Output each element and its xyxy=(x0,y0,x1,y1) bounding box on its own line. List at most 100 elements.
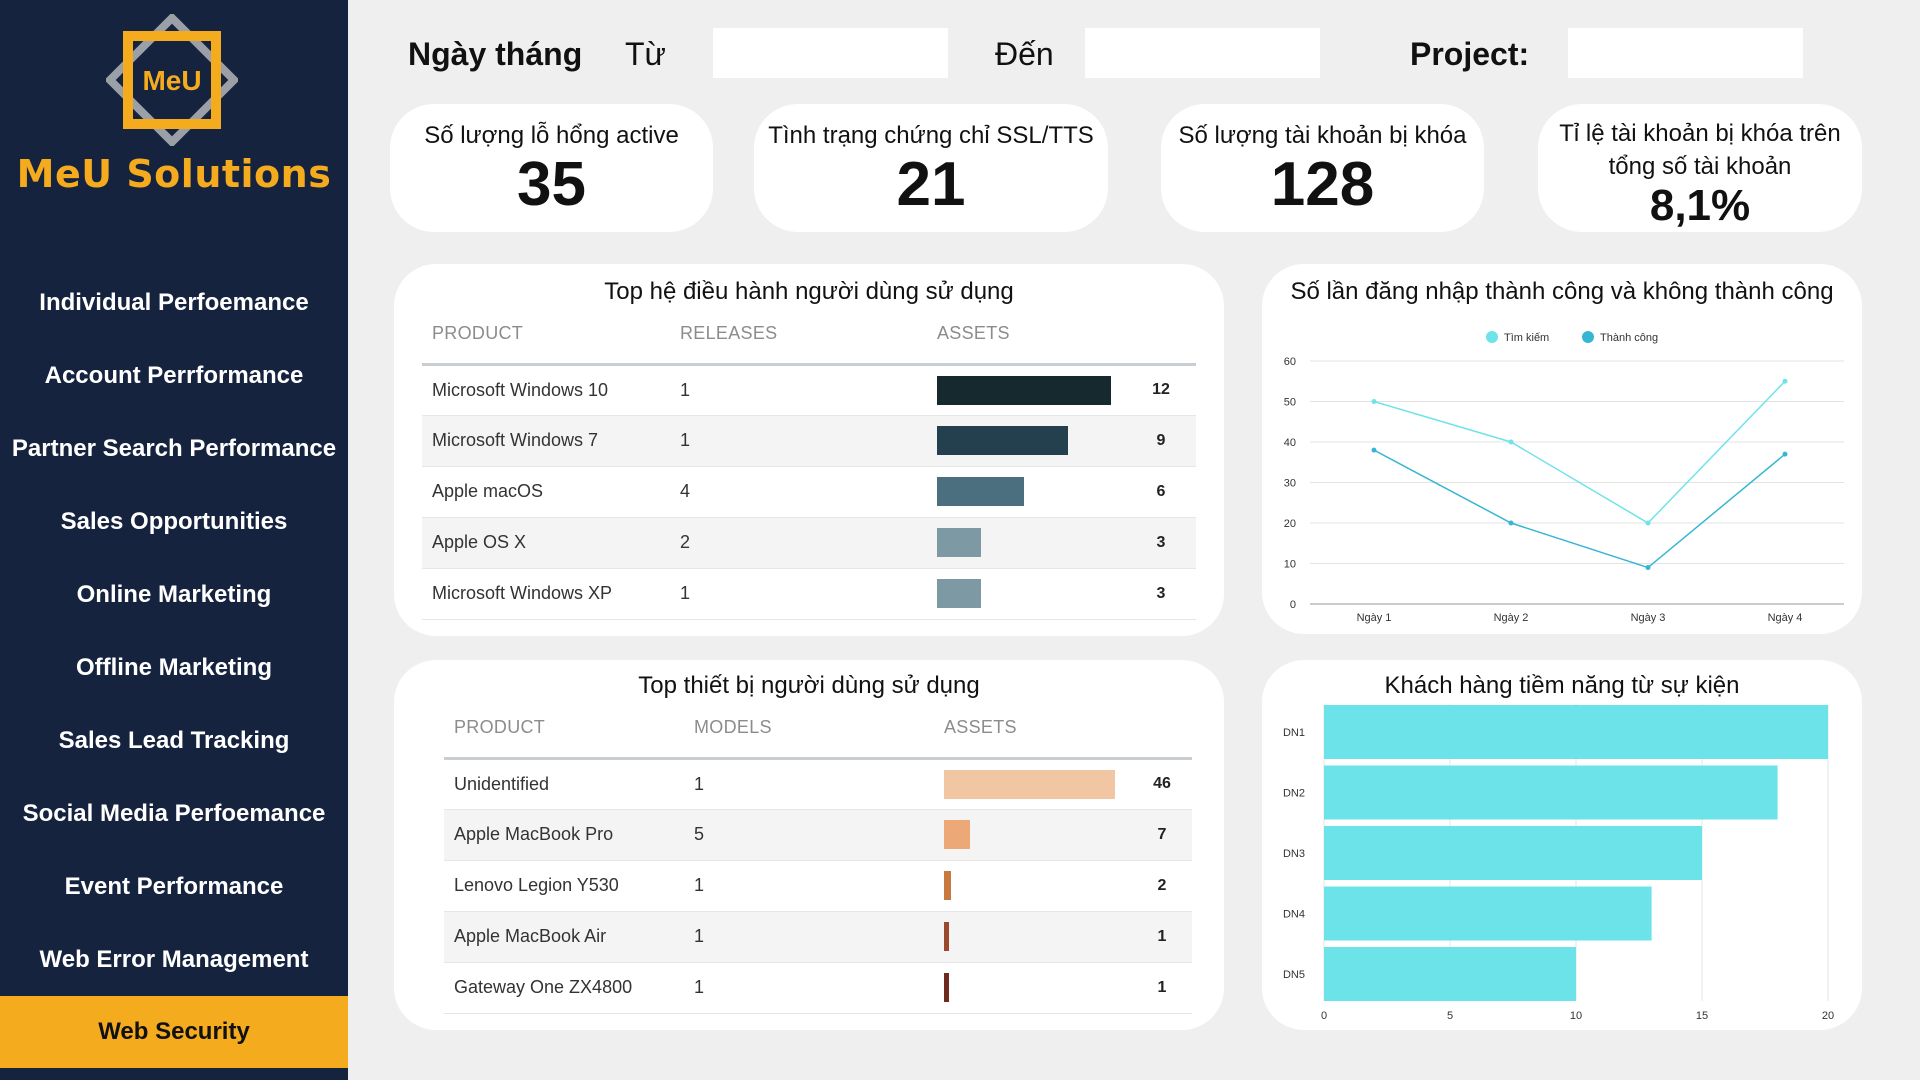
releases-cell: 1 xyxy=(680,415,937,467)
assets-bar-cell xyxy=(944,758,1132,810)
kpi-card-locked-accounts: Số lượng tài khoản bị khóa 128 xyxy=(1161,104,1484,232)
product-cell: Apple MacBook Air xyxy=(444,911,694,963)
nav-item-web-security[interactable]: Web Security xyxy=(0,996,348,1068)
nav-item-individual-performance[interactable]: Individual Perfoemance xyxy=(0,266,348,339)
nav-item-sales-lead-tracking[interactable]: Sales Lead Tracking xyxy=(0,704,348,777)
project-input[interactable] xyxy=(1568,28,1803,78)
y-tick-label: 20 xyxy=(1284,518,1296,530)
y-tick-label: 50 xyxy=(1284,397,1296,409)
x-tick-label: Ngày 3 xyxy=(1631,612,1666,624)
kpi-card-ssl-status: Tình trạng chứng chỉ SSL/TTS 21 xyxy=(754,104,1108,232)
kpi-label: Số lượng tài khoản bị khóa xyxy=(1178,122,1467,149)
releases-cell: 1 xyxy=(680,364,937,416)
y-tick-label: DN5 xyxy=(1283,969,1305,981)
assets-bar xyxy=(937,477,1024,506)
product-cell: Microsoft Windows XP xyxy=(422,568,680,620)
product-cell: Apple MacBook Pro xyxy=(444,809,694,861)
data-point xyxy=(1645,565,1651,571)
nav-item-web-error-management[interactable]: Web Error Management xyxy=(0,923,348,996)
kpi-card-active-vulnerabilities: Số lượng lỗ hổng active 35 xyxy=(390,104,713,232)
nav-item-online-marketing[interactable]: Online Marketing xyxy=(0,558,348,631)
product-cell: Gateway One ZX4800 xyxy=(444,962,694,1014)
from-date-input[interactable] xyxy=(713,28,948,78)
x-tick-label: 10 xyxy=(1570,1010,1582,1022)
assets-count: 2 xyxy=(1132,860,1192,912)
nav-item-offline-marketing[interactable]: Offline Marketing xyxy=(0,631,348,704)
series-line xyxy=(1373,449,1786,569)
assets-count: 7 xyxy=(1132,809,1192,861)
device-panel: Top thiết bị người dùng sử dụng PRODUCT … xyxy=(394,660,1224,1030)
kpi-value: 21 xyxy=(896,150,966,219)
column-header: PRODUCT xyxy=(444,698,694,760)
y-tick-label: DN2 xyxy=(1283,788,1305,800)
bar xyxy=(1324,886,1652,941)
releases-cell: 2 xyxy=(680,517,937,569)
logo-text: MeU xyxy=(142,65,201,96)
assets-bar xyxy=(944,871,952,900)
y-tick-label: DN1 xyxy=(1283,727,1305,739)
assets-bar xyxy=(944,769,1115,799)
panel-title: Top thiết bị người dùng sử dụng xyxy=(638,672,980,699)
assets-count: 3 xyxy=(1126,517,1196,569)
assets-count: 12 xyxy=(1126,364,1196,416)
models-cell: 1 xyxy=(694,962,944,1014)
product-cell: Unidentified xyxy=(444,758,694,810)
y-tick-label: 40 xyxy=(1284,437,1296,449)
y-tick-label: 30 xyxy=(1284,478,1296,490)
assets-bar-cell xyxy=(944,911,1132,963)
table-row: Microsoft Windows 10 1 12 xyxy=(422,364,1196,416)
data-point xyxy=(1782,378,1788,384)
kpi-label: Tỉ lệ tài khoản bị khóa trên tổng số tài… xyxy=(1559,120,1841,180)
meu-logo: MeU xyxy=(106,14,238,146)
bar xyxy=(1324,765,1778,820)
kpi-value: 8,1% xyxy=(1649,181,1751,230)
product-cell: Lenovo Legion Y530 xyxy=(444,860,694,912)
column-header: PRODUCT xyxy=(422,304,680,366)
assets-bar xyxy=(944,973,949,1002)
models-cell: 1 xyxy=(694,860,944,912)
column-header: RELEASES xyxy=(680,304,937,366)
x-tick-label: 5 xyxy=(1447,1010,1453,1022)
y-tick-label: 60 xyxy=(1284,356,1296,368)
from-label: Từ xyxy=(625,36,666,72)
column-header: ASSETS xyxy=(937,304,1196,366)
nav-item-event-performance[interactable]: Event Performance xyxy=(0,850,348,923)
models-cell: 1 xyxy=(694,758,944,810)
os-table: PRODUCT RELEASES ASSETS Microsoft Window… xyxy=(422,304,1196,620)
nav-item-account-performance[interactable]: Account Perrformance xyxy=(0,339,348,412)
table-row: Apple macOS 4 6 xyxy=(422,466,1196,518)
y-tick-label: DN4 xyxy=(1283,909,1305,921)
table-row: Microsoft Windows 71 9 xyxy=(422,415,1196,467)
product-cell: Microsoft Windows 7 xyxy=(422,415,680,467)
to-date-input[interactable] xyxy=(1085,28,1320,78)
table-row: Apple OS X2 3 xyxy=(422,517,1196,569)
nav-item-partner-search-performance[interactable]: Partner Search Performance xyxy=(0,412,348,485)
x-tick-label: Ngày 4 xyxy=(1768,612,1803,624)
x-tick-label: 20 xyxy=(1822,1010,1834,1022)
assets-bar-cell xyxy=(937,466,1126,518)
legend-swatch xyxy=(1582,331,1594,343)
product-cell: Apple OS X xyxy=(422,517,680,569)
column-header: MODELS xyxy=(694,698,944,760)
product-cell: Microsoft Windows 10 xyxy=(422,364,680,416)
nav-item-social-media-performance[interactable]: Social Media Perfoemance xyxy=(0,777,348,850)
y-tick-label: 0 xyxy=(1290,599,1296,611)
y-tick-label: DN3 xyxy=(1283,848,1305,860)
data-point xyxy=(1371,399,1377,404)
sidebar: MeU MeU Solutions Individual Perfoemance… xyxy=(0,0,348,1080)
releases-cell: 1 xyxy=(680,568,937,620)
assets-bar xyxy=(937,426,1068,455)
assets-bar-cell xyxy=(944,809,1132,861)
data-point xyxy=(1371,447,1377,453)
assets-bar xyxy=(937,528,981,557)
x-tick-label: Ngày 2 xyxy=(1494,612,1529,624)
assets-bar-cell xyxy=(944,962,1132,1014)
assets-count: 1 xyxy=(1132,911,1192,963)
data-point xyxy=(1782,451,1788,457)
nav-item-sales-opportunities[interactable]: Sales Opportunities xyxy=(0,485,348,558)
login-chart-panel: Số lần đăng nhập thành công và không thà… xyxy=(1262,264,1862,634)
data-point xyxy=(1508,439,1514,445)
bar xyxy=(1324,705,1828,759)
assets-count: 9 xyxy=(1126,415,1196,467)
bar xyxy=(1324,826,1702,880)
